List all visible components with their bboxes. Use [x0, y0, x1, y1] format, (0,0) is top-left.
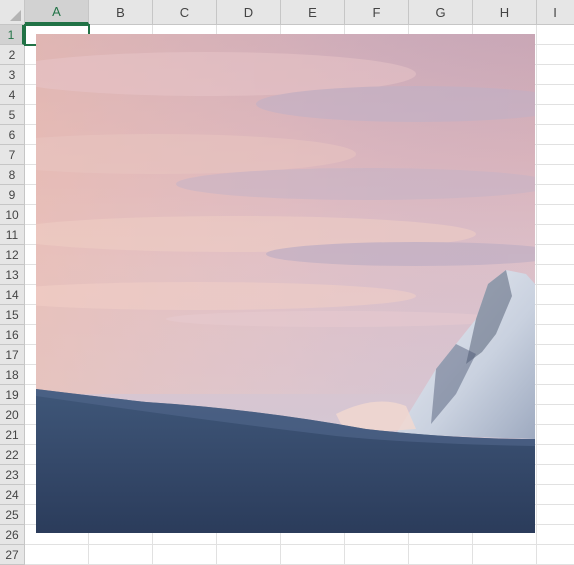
row-header-4[interactable]: 4 — [0, 85, 24, 105]
mountain-landscape-picture[interactable] — [36, 34, 535, 533]
column-header-c[interactable]: C — [153, 0, 217, 24]
row-header-13[interactable]: 13 — [0, 265, 24, 285]
row-header-22[interactable]: 22 — [0, 445, 24, 465]
row-header-2[interactable]: 2 — [0, 45, 24, 65]
row-header-8[interactable]: 8 — [0, 165, 24, 185]
select-all-corner[interactable] — [0, 0, 25, 25]
row-header-1[interactable]: 1 — [0, 25, 24, 45]
column-header-h[interactable]: H — [473, 0, 537, 24]
column-header-i[interactable]: I — [537, 0, 573, 24]
row-header-20[interactable]: 20 — [0, 405, 24, 425]
row-header-16[interactable]: 16 — [0, 325, 24, 345]
row-header-3[interactable]: 3 — [0, 65, 24, 85]
row-header-9[interactable]: 9 — [0, 185, 24, 205]
column-header-b[interactable]: B — [89, 0, 153, 24]
row-header-12[interactable]: 12 — [0, 245, 24, 265]
column-header: A B C D E F G H I — [25, 0, 574, 25]
row-header-6[interactable]: 6 — [0, 125, 24, 145]
row-header-26[interactable]: 26 — [0, 525, 24, 545]
column-header-g[interactable]: G — [409, 0, 473, 24]
row-header-5[interactable]: 5 — [0, 105, 24, 125]
row-header-15[interactable]: 15 — [0, 305, 24, 325]
row-header-7[interactable]: 7 — [0, 145, 24, 165]
row-header-10[interactable]: 10 — [0, 205, 24, 225]
row-header: 1 2 3 4 5 6 7 8 9 10 11 12 13 14 15 16 1… — [0, 25, 25, 565]
spreadsheet: A B C D E F G H I 1 2 3 4 5 6 7 8 9 10 1… — [0, 0, 574, 565]
row-header-18[interactable]: 18 — [0, 365, 24, 385]
column-header-f[interactable]: F — [345, 0, 409, 24]
row-header-11[interactable]: 11 — [0, 225, 24, 245]
row-header-21[interactable]: 21 — [0, 425, 24, 445]
row-header-24[interactable]: 24 — [0, 485, 24, 505]
row-header-17[interactable]: 17 — [0, 345, 24, 365]
column-header-e[interactable]: E — [281, 0, 345, 24]
select-all-triangle-icon — [10, 10, 21, 21]
column-header-a[interactable]: A — [25, 0, 89, 24]
row-header-23[interactable]: 23 — [0, 465, 24, 485]
row-header-25[interactable]: 25 — [0, 505, 24, 525]
row-header-19[interactable]: 19 — [0, 385, 24, 405]
row-header-27[interactable]: 27 — [0, 545, 24, 565]
row-header-14[interactable]: 14 — [0, 285, 24, 305]
column-header-d[interactable]: D — [217, 0, 281, 24]
